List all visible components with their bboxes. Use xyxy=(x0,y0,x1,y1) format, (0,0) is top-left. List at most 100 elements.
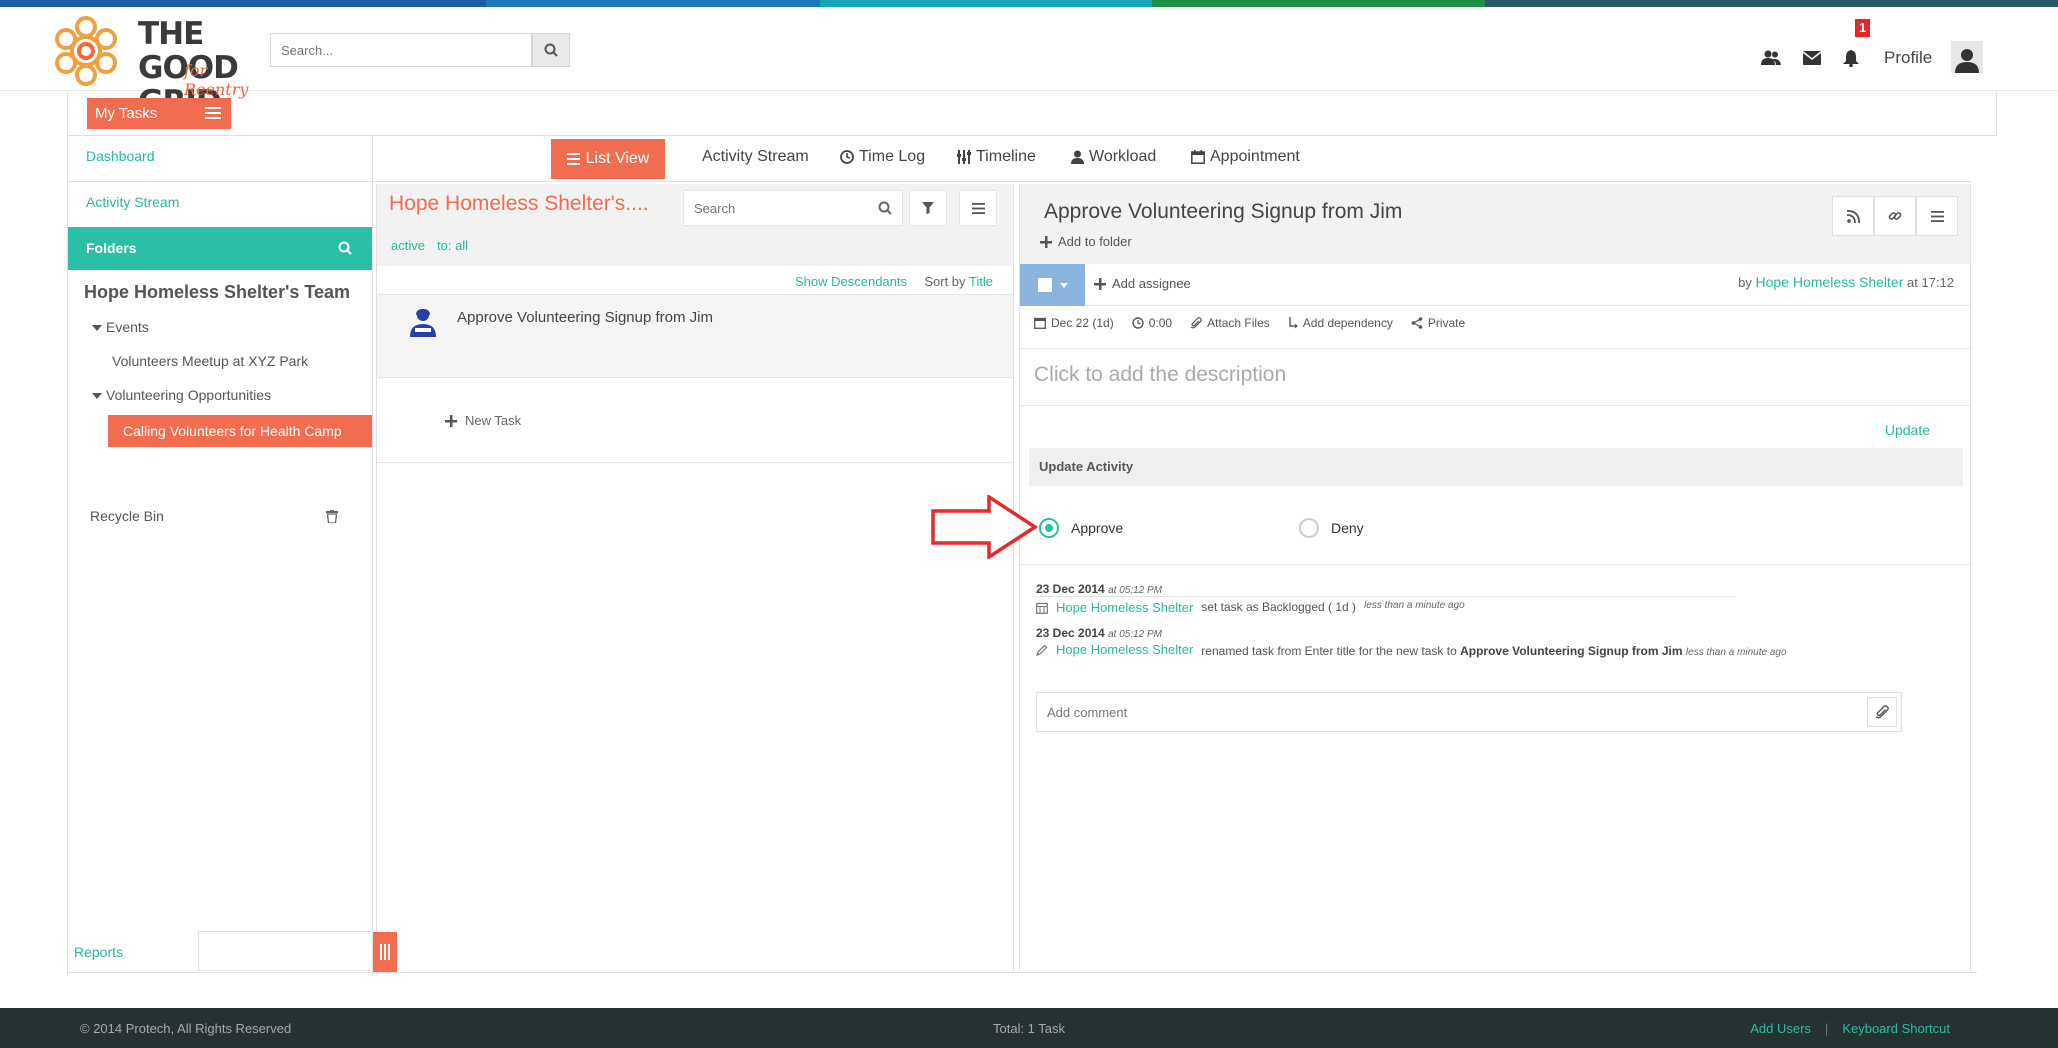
avatar xyxy=(409,307,437,337)
global-search-input[interactable] xyxy=(271,34,531,66)
comment-field[interactable] xyxy=(1036,692,1902,732)
description-field[interactable]: Click to add the description xyxy=(1020,348,1970,406)
footer: © 2014 Protech, All Rights Reserved Tota… xyxy=(0,1008,2058,1048)
tab-appointment[interactable]: Appointment xyxy=(1191,148,1300,166)
chevron-down-icon xyxy=(1059,282,1068,288)
activity-ago: less than a minute ago xyxy=(1685,647,1787,658)
deny-radio[interactable] xyxy=(1299,518,1319,538)
filter-chip-active[interactable]: active xyxy=(391,238,425,253)
tree-item-active[interactable]: Calling Volunteers for Health Camp xyxy=(108,415,372,447)
activity-entry: Hope Homeless Shelter set task as Backlo… xyxy=(1036,600,1856,615)
attach-comment-button[interactable] xyxy=(1867,697,1897,727)
global-search-field[interactable] xyxy=(270,33,532,67)
my-tasks-label: My Tasks xyxy=(95,105,158,122)
reports-link[interactable]: Reports xyxy=(74,944,123,960)
detail-menu-button[interactable] xyxy=(1916,196,1958,236)
global-search-button[interactable] xyxy=(532,33,570,67)
tab-timeline[interactable]: Timeline xyxy=(957,148,1036,166)
rss-button[interactable] xyxy=(1832,196,1874,236)
tab-list-view[interactable]: List View xyxy=(551,139,665,179)
add-users-link[interactable]: Add Users xyxy=(1750,1021,1811,1036)
activity-date-text: 23 Dec 2014 xyxy=(1036,626,1105,640)
trash-icon[interactable] xyxy=(326,510,338,523)
approve-option[interactable]: Approve xyxy=(1039,518,1123,538)
envelope-icon[interactable] xyxy=(1801,47,1823,69)
recycle-bin-link[interactable]: Recycle Bin xyxy=(90,508,164,524)
panel-resize-handle[interactable] xyxy=(373,932,397,972)
attach-files-button[interactable]: Attach Files xyxy=(1190,316,1270,330)
deny-option[interactable]: Deny xyxy=(1299,518,1364,538)
tab-time-log[interactable]: Time Log xyxy=(840,148,925,166)
divider xyxy=(67,972,1977,973)
list-search-field[interactable] xyxy=(683,190,903,226)
status-checkbox[interactable] xyxy=(1037,278,1052,292)
tab-workload[interactable]: Workload xyxy=(1071,148,1156,166)
link-button[interactable] xyxy=(1874,196,1916,236)
link-icon xyxy=(1888,212,1902,220)
user-avatar[interactable] xyxy=(1951,41,1983,73)
my-tasks-button[interactable]: My Tasks xyxy=(87,98,231,129)
update-button[interactable]: Update xyxy=(1885,422,1930,438)
tree-item-volunteers-meetup[interactable]: Volunteers Meetup at XYZ Park xyxy=(112,353,308,369)
status-row: Add assignee by Hope Homeless Shelter at… xyxy=(1020,264,1970,306)
search-icon[interactable] xyxy=(338,241,352,255)
add-assignee-button[interactable]: Add assignee xyxy=(1094,276,1191,291)
divider xyxy=(377,462,1013,463)
privacy-button[interactable]: Private xyxy=(1411,316,1465,330)
filter-chip-to[interactable]: to: all xyxy=(437,238,468,253)
app-header: THE GOODGRID for Reentry 1 Profile xyxy=(0,7,2058,119)
activity-user-link[interactable]: Hope Homeless Shelter xyxy=(1056,600,1193,615)
task-row[interactable]: Approve Volunteering Signup from Jim xyxy=(377,294,1013,378)
folders-header[interactable]: Folders xyxy=(68,227,372,270)
activity-bold-text: Approve Volunteering Signup from Jim xyxy=(1460,644,1683,658)
bell-icon[interactable] xyxy=(1840,47,1862,69)
sidebar-item-activity-stream[interactable]: Activity Stream xyxy=(86,194,179,210)
keyboard-shortcut-link[interactable]: Keyboard Shortcut xyxy=(1842,1021,1950,1036)
logo-flower-icon xyxy=(55,16,117,86)
sidebar-item-dashboard[interactable]: Dashboard xyxy=(86,148,155,164)
list-menu-button[interactable] xyxy=(959,190,997,226)
list-title[interactable]: Hope Homeless Shelter's.... xyxy=(389,192,649,216)
due-date-button[interactable]: Dec 22 (1d) xyxy=(1034,316,1114,330)
approve-radio[interactable] xyxy=(1039,518,1059,538)
created-time: at 17:12 xyxy=(1907,275,1954,290)
menu-icon xyxy=(1930,210,1944,222)
new-task-button[interactable]: New Task xyxy=(445,413,521,428)
grip-icon xyxy=(380,944,390,960)
activity-date: 23 Dec 2014 at 05:12 PM xyxy=(1036,626,1162,640)
add-dependency-button[interactable]: Add dependency xyxy=(1288,316,1393,330)
tab-activity-stream[interactable]: Activity Stream xyxy=(702,148,809,166)
status-dropdown[interactable] xyxy=(1020,264,1085,306)
tree-folder-events[interactable]: Events xyxy=(92,319,149,335)
tree-folder-label: Volunteering Opportunities xyxy=(106,387,271,403)
calendar-icon xyxy=(1036,602,1048,614)
users-icon[interactable] xyxy=(1760,47,1782,69)
divider xyxy=(1020,564,1970,565)
profile-link[interactable]: Profile xyxy=(1884,48,1932,68)
calendar-icon xyxy=(1034,317,1046,329)
clock-icon xyxy=(1132,317,1144,329)
task-detail-title[interactable]: Approve Volunteering Signup from Jim xyxy=(1044,200,1402,224)
comment-input[interactable] xyxy=(1037,693,1837,731)
activity-entry: Hope Homeless Shelter renamed task from … xyxy=(1036,642,1856,662)
sort-by-label: Sort by xyxy=(924,274,966,289)
author-link[interactable]: Hope Homeless Shelter xyxy=(1756,274,1904,290)
divider xyxy=(68,181,374,182)
list-search-input[interactable] xyxy=(684,191,874,225)
add-assignee-label: Add assignee xyxy=(1112,276,1191,291)
logo[interactable]: THE GOODGRID for Reentry xyxy=(48,13,264,119)
search-icon[interactable] xyxy=(878,201,892,215)
task-meta-row: Dec 22 (1d) 0:00 Attach Files Add depend… xyxy=(1034,316,1483,330)
tree-folder-volunteering[interactable]: Volunteering Opportunities xyxy=(92,387,271,403)
time-tracking-button[interactable]: 0:00 xyxy=(1132,316,1172,330)
filter-button[interactable] xyxy=(909,190,947,226)
add-to-folder-button[interactable]: Add to folder xyxy=(1040,234,1132,249)
task-title[interactable]: Approve Volunteering Signup from Jim xyxy=(457,309,713,326)
paperclip-icon xyxy=(1190,317,1202,329)
activity-user-link[interactable]: Hope Homeless Shelter xyxy=(1056,642,1193,657)
view-tabs: List View Activity Stream Time Log Timel… xyxy=(374,136,1971,182)
sort-by-control[interactable]: Sort by Title xyxy=(924,274,993,289)
team-title[interactable]: Hope Homeless Shelter's Team xyxy=(84,282,350,303)
add-to-folder-label: Add to folder xyxy=(1058,234,1132,249)
show-descendants-link[interactable]: Show Descendants xyxy=(795,274,907,289)
